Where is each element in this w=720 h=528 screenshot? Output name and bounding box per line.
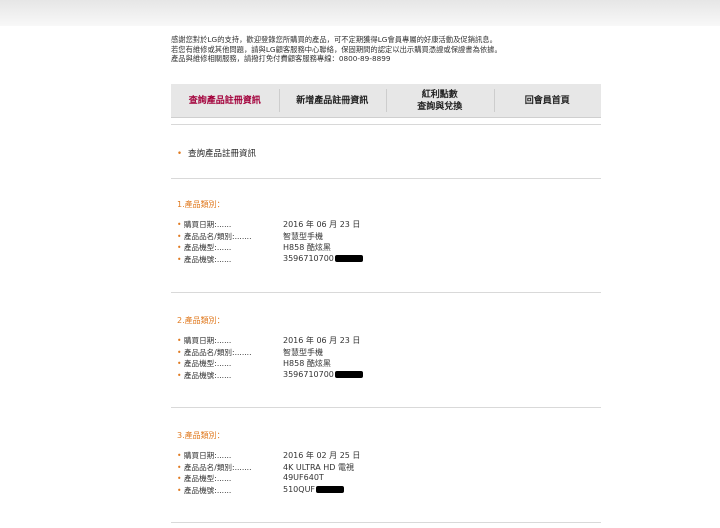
bullet-icon: •: [177, 462, 184, 472]
intro-line: 產品與維修相關服務，請撥打免付費顧客服務專線：0800-89-8899: [171, 54, 391, 64]
divider: [171, 407, 601, 408]
serial-value: 3596710700: [283, 253, 334, 263]
model-value: H858 酷炫黑: [283, 243, 331, 252]
divider: [171, 292, 601, 293]
divider: [171, 178, 601, 179]
bullet-icon: •: [177, 243, 184, 252]
purchase-date-row: • 購買日期:...... 2016 年 02 月 25 日: [177, 450, 597, 462]
field-label: 購買日期:......: [183, 220, 232, 229]
divider: [171, 124, 601, 125]
tab-add-registration[interactable]: 新增產品註冊資訊: [278, 84, 387, 117]
field-label: 購買日期:......: [183, 336, 232, 345]
redaction-mark: [316, 485, 345, 493]
tab-query-registration[interactable]: 查詢產品註冊資訊: [171, 84, 279, 117]
model-value: H858 酷炫黑: [283, 359, 331, 368]
serial-value: 510QUF: [283, 484, 316, 494]
purchase-date-row: • 購買日期:...... 2016 年 06 月 23 日: [177, 335, 597, 347]
product-title: 3.產品類別：: [177, 431, 225, 440]
model-value: 49UF640T: [283, 473, 324, 482]
tab-bonus-points[interactable]: 紅利點數 查詢與兌換: [386, 84, 494, 117]
purchase-date-value: 2016 年 06 月 23 日: [283, 336, 361, 345]
bullet-icon: •: [177, 149, 183, 159]
model-row: • 產品機型:...... H858 酷炫黑: [177, 358, 597, 370]
bullet-icon: •: [177, 231, 184, 241]
field-label: 產品品名/類別:.......: [183, 462, 252, 472]
product-block: 2.產品類別： • 購買日期:...... 2016 年 06 月 23 日 • …: [177, 315, 597, 381]
field-label: 產品機型:......: [183, 243, 232, 252]
product-name-value: 智慧型手機: [283, 347, 323, 357]
top-band: [0, 0, 720, 26]
product-block: 3.產品類別： • 購買日期:...... 2016 年 02 月 25 日 • …: [177, 430, 597, 496]
product-name-row: • 產品品名/類別:....... 智慧型手機: [177, 231, 597, 243]
bullet-icon: •: [177, 220, 184, 229]
field-label: 產品機型:......: [183, 359, 232, 368]
field-label: 產品機號:......: [183, 485, 232, 495]
purchase-date-value: 2016 年 06 月 23 日: [283, 220, 361, 229]
product-name-value: 智慧型手機: [283, 231, 323, 241]
field-label: 產品機號:......: [183, 370, 232, 380]
bullet-icon: •: [177, 347, 184, 357]
intro-line: 感謝您對於LG的支持，歡迎登錄您所購買的產品，可不定期獲得LG會員專屬的好康活動…: [171, 35, 497, 44]
field-label: 產品品名/類別:.......: [183, 347, 252, 357]
product-block: 1.產品類別： • 購買日期:...... 2016 年 06 月 23 日 • …: [177, 199, 597, 265]
purchase-date-row: • 購買日期:...... 2016 年 06 月 23 日: [177, 219, 597, 231]
field-label: 購買日期:......: [183, 451, 232, 460]
bullet-icon: •: [177, 359, 184, 368]
redaction-mark: [334, 254, 363, 262]
bullet-icon: •: [177, 336, 184, 345]
divider: [171, 522, 601, 523]
redaction-mark: [334, 370, 363, 378]
serial-row: • 產品機號:...... 3596710700: [177, 254, 597, 266]
bullet-icon: •: [177, 451, 184, 460]
field-label: 產品品名/類別:.......: [183, 231, 252, 241]
serial-value: 3596710700: [283, 369, 334, 379]
nav-tabs: 查詢產品註冊資訊 新增產品註冊資訊 紅利點數 查詢與兌換 回會員首頁: [171, 84, 601, 118]
product-title: 1.產品類別：: [177, 200, 225, 209]
bullet-icon: •: [177, 474, 184, 483]
product-title: 2.產品類別：: [177, 316, 225, 325]
bullet-icon: •: [177, 370, 184, 380]
product-name-row: • 產品品名/類別:....... 4K ULTRA HD 電視: [177, 462, 597, 474]
serial-row: • 產品機號:...... 510QUF: [177, 485, 597, 497]
product-name-row: • 產品品名/類別:....... 智慧型手機: [177, 347, 597, 359]
intro-line: 若您有維修或其他問題，請與LG顧客服務中心聯絡，保固期間的認定以出示購買憑證或保…: [171, 44, 502, 54]
product-name-value: 4K ULTRA HD 電視: [283, 462, 354, 472]
model-row: • 產品機型:...... H858 酷炫黑: [177, 242, 597, 254]
purchase-date-value: 2016 年 02 月 25 日: [283, 451, 361, 460]
serial-row: • 產品機號:...... 3596710700: [177, 370, 597, 382]
intro-text: 感謝您對於LG的支持，歡迎登錄您所購買的產品，可不定期獲得LG會員專屬的好康活動…: [171, 35, 611, 64]
model-row: • 產品機型:...... 49UF640T: [177, 473, 597, 485]
section-heading-text: 查詢產品註冊資訊: [188, 149, 257, 159]
field-label: 產品機號:......: [183, 254, 232, 264]
field-label: 產品機型:......: [183, 474, 232, 483]
section-heading: • 查詢產品註冊資訊: [177, 147, 256, 159]
bullet-icon: •: [177, 485, 184, 495]
bullet-icon: •: [177, 254, 184, 264]
tab-member-home[interactable]: 回會員首頁: [493, 84, 602, 117]
